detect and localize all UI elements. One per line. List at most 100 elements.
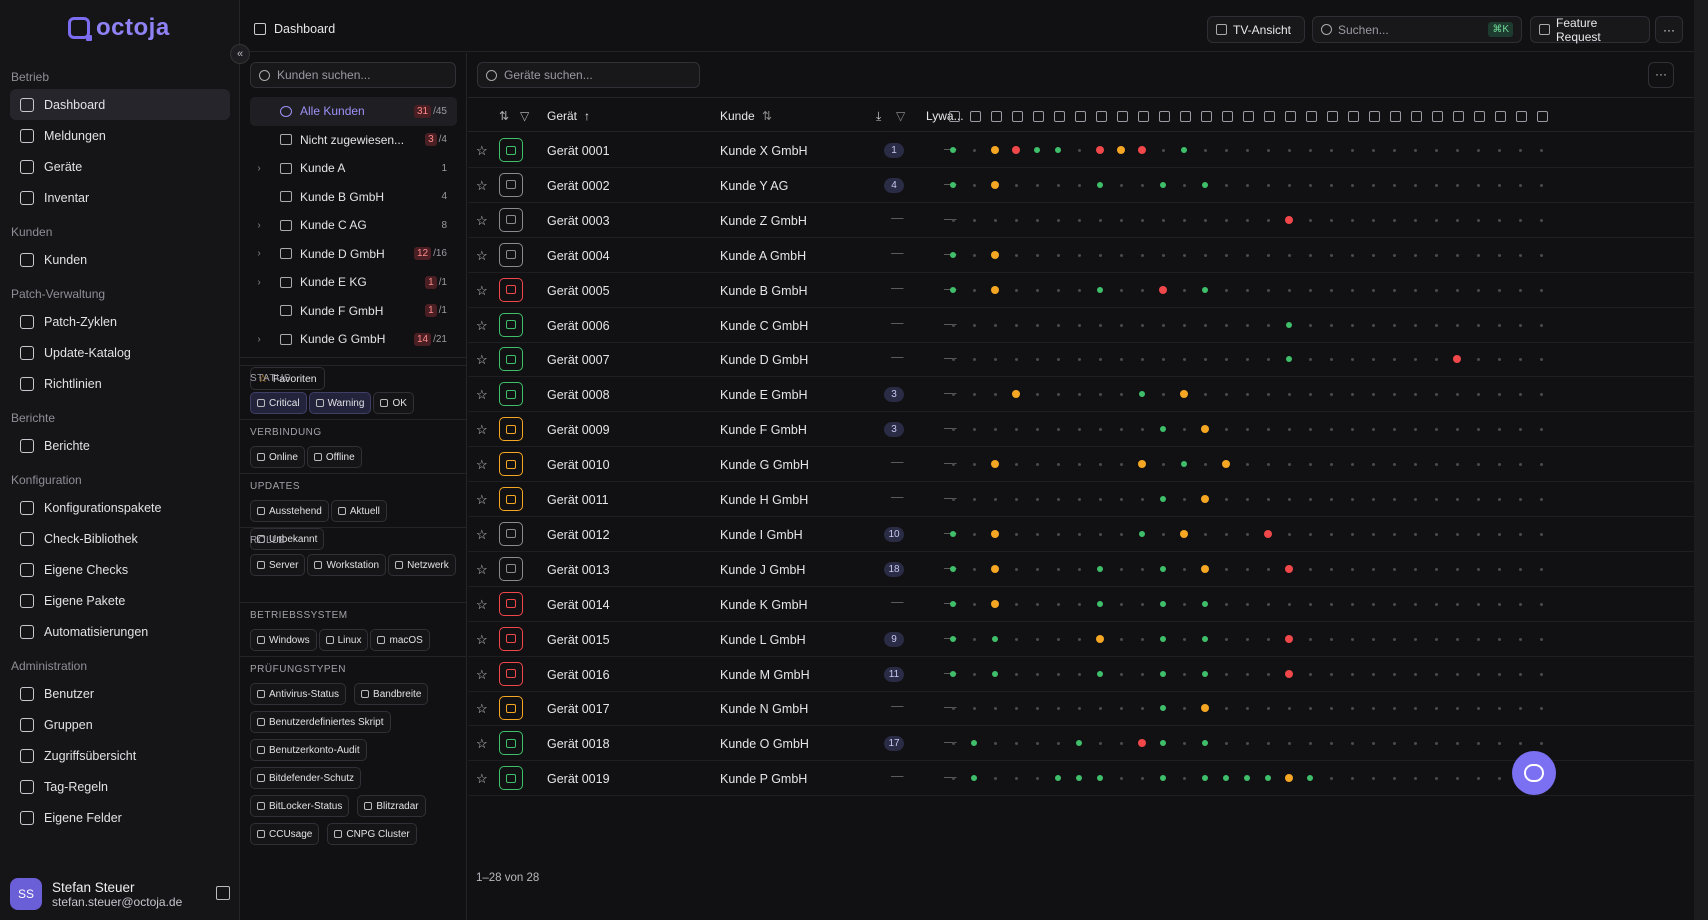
status-critical-dot[interactable] — [1012, 146, 1020, 154]
status-none-dot[interactable] — [1056, 218, 1060, 222]
status-none-dot[interactable] — [1413, 567, 1417, 571]
status-none-dot[interactable] — [1056, 602, 1060, 606]
customer-item[interactable]: › Kunde G GmbH 14/21 — [250, 325, 457, 354]
status-none-dot[interactable] — [1497, 742, 1501, 746]
check-type-icon[interactable] — [1495, 111, 1506, 122]
check-type-icon[interactable] — [1369, 111, 1380, 122]
status-none-dot[interactable] — [1245, 149, 1249, 152]
status-none-dot[interactable] — [1329, 672, 1333, 676]
status-none-dot[interactable] — [1497, 777, 1501, 781]
status-none-dot[interactable] — [1119, 183, 1123, 187]
status-none-dot[interactable] — [1371, 218, 1375, 222]
status-none-dot[interactable] — [1287, 707, 1291, 711]
status-none-dot[interactable] — [1329, 149, 1333, 152]
status-none-dot[interactable] — [1518, 183, 1522, 187]
status-ok-dot[interactable] — [1202, 670, 1208, 677]
customer-item[interactable]: Kunde F GmbH 1/1 — [250, 297, 457, 326]
status-none-dot[interactable] — [1518, 602, 1522, 606]
status-none-dot[interactable] — [1266, 707, 1270, 711]
status-none-dot[interactable] — [951, 742, 955, 746]
filter-chip-netzwerk[interactable]: Netzwerk — [388, 554, 456, 576]
status-none-dot[interactable] — [1434, 149, 1438, 152]
status-none-dot[interactable] — [1329, 428, 1333, 432]
status-none-dot[interactable] — [1098, 463, 1102, 467]
status-none-dot[interactable] — [1140, 707, 1144, 711]
status-none-dot[interactable] — [1476, 707, 1480, 711]
status-ok-dot[interactable] — [1139, 391, 1145, 398]
status-warning-dot[interactable] — [991, 285, 999, 294]
status-none-dot[interactable] — [1119, 532, 1123, 536]
status-none-dot[interactable] — [1392, 253, 1396, 257]
table-row[interactable]: ☆Gerät 0002Kunde Y AG4— — [468, 168, 1694, 203]
check-type-icon[interactable] — [1453, 111, 1464, 122]
status-none-dot[interactable] — [1476, 672, 1480, 676]
status-none-dot[interactable] — [1497, 428, 1501, 432]
filter-chip-bitdefender-schutz[interactable]: Bitdefender-Schutz — [250, 767, 362, 789]
status-ok-dot[interactable] — [1160, 496, 1166, 502]
status-none-dot[interactable] — [1182, 602, 1186, 606]
status-none-dot[interactable] — [972, 149, 976, 152]
status-none-dot[interactable] — [1497, 637, 1501, 641]
filter-chip-ccusage[interactable]: CCUsage — [250, 823, 320, 845]
status-none-dot[interactable] — [1287, 463, 1291, 467]
status-none-dot[interactable] — [1266, 149, 1270, 152]
status-none-dot[interactable] — [1350, 567, 1354, 571]
status-none-dot[interactable] — [1413, 358, 1417, 362]
status-none-dot[interactable] — [1413, 777, 1417, 781]
feature-request-button[interactable]: Feature Request — [1530, 16, 1650, 44]
favorite-star-icon[interactable]: ☆ — [476, 736, 488, 752]
column-device[interactable]: Gerät — [547, 109, 577, 123]
status-none-dot[interactable] — [1245, 393, 1249, 397]
status-none-dot[interactable] — [1476, 532, 1480, 536]
status-none-dot[interactable] — [1455, 672, 1459, 676]
device-name[interactable]: Gerät 0002 — [547, 179, 610, 193]
sidebar-item-meldungen[interactable]: Meldungen — [10, 120, 230, 151]
status-none-dot[interactable] — [1455, 777, 1459, 781]
status-none-dot[interactable] — [1518, 672, 1522, 676]
favorite-star-icon[interactable]: ☆ — [476, 248, 488, 264]
status-none-dot[interactable] — [1539, 567, 1543, 571]
status-none-dot[interactable] — [1119, 742, 1123, 746]
favorite-star-icon[interactable]: ☆ — [476, 771, 488, 787]
status-critical-dot[interactable] — [1096, 146, 1104, 154]
status-none-dot[interactable] — [1014, 637, 1018, 641]
status-none-dot[interactable] — [1266, 602, 1270, 606]
status-none-dot[interactable] — [1476, 183, 1480, 187]
status-none-dot[interactable] — [1392, 463, 1396, 467]
status-ok-dot[interactable] — [1160, 635, 1166, 642]
status-none-dot[interactable] — [1350, 358, 1354, 362]
status-ok-dot[interactable] — [950, 530, 956, 537]
status-sort-icon[interactable]: ⇅ — [499, 109, 509, 123]
status-none-dot[interactable] — [1455, 183, 1459, 187]
status-critical-dot[interactable] — [1159, 285, 1167, 294]
device-name[interactable]: Gerät 0003 — [547, 214, 610, 228]
status-none-dot[interactable] — [1371, 672, 1375, 676]
status-none-dot[interactable] — [1035, 498, 1039, 501]
status-none-dot[interactable] — [1035, 672, 1039, 676]
status-none-dot[interactable] — [1434, 602, 1438, 606]
status-ok-dot[interactable] — [1202, 775, 1208, 782]
status-none-dot[interactable] — [1413, 707, 1417, 711]
status-none-dot[interactable] — [1308, 567, 1312, 571]
chevron-right-icon[interactable]: › — [250, 334, 268, 345]
status-warning-dot[interactable] — [991, 564, 999, 573]
tv-view-button[interactable]: TV-Ansicht — [1207, 16, 1305, 43]
status-none-dot[interactable] — [1014, 218, 1018, 222]
customer-item[interactable]: Nicht zugewiesen... 3/4 — [250, 126, 457, 155]
sidebar-item-eigene-checks[interactable]: Eigene Checks — [10, 554, 230, 585]
status-none-dot[interactable] — [1182, 637, 1186, 641]
filter-chip-server[interactable]: Server — [250, 554, 306, 576]
status-none-dot[interactable] — [1014, 463, 1018, 467]
device-name[interactable]: Gerät 0004 — [547, 249, 610, 263]
status-none-dot[interactable] — [1371, 637, 1375, 641]
status-ok-dot[interactable] — [1097, 600, 1103, 607]
status-none-dot[interactable] — [1182, 218, 1186, 222]
status-none-dot[interactable] — [951, 498, 955, 501]
status-warning-dot[interactable] — [1201, 564, 1209, 573]
status-none-dot[interactable] — [1077, 393, 1081, 397]
status-ok-dot[interactable] — [992, 635, 998, 642]
status-none-dot[interactable] — [1224, 672, 1228, 676]
status-none-dot[interactable] — [1182, 428, 1186, 432]
status-none-dot[interactable] — [1056, 183, 1060, 187]
favorite-star-icon[interactable]: ☆ — [476, 562, 488, 578]
